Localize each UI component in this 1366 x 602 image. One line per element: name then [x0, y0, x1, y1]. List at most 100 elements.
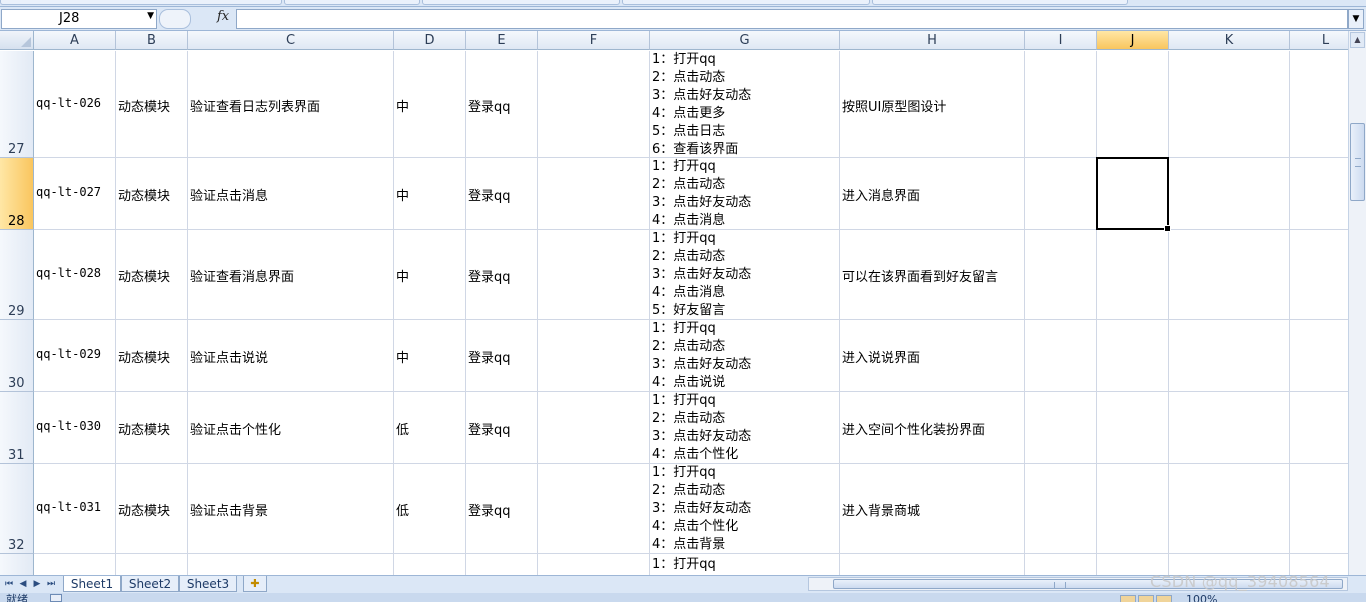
cell-h30[interactable]: 进入说说界面 [840, 320, 1025, 392]
tab-sheet3[interactable]: Sheet3 [179, 576, 237, 592]
next-sheet-icon[interactable]: ▶ [31, 577, 43, 591]
tab-sheet2[interactable]: Sheet2 [121, 576, 179, 592]
cell-i29[interactable] [1025, 230, 1097, 320]
scroll-up-button[interactable]: ▲ [1350, 32, 1365, 48]
column-header-f[interactable]: F [538, 31, 650, 50]
cell-b27[interactable]: 动态模块 [116, 51, 188, 158]
cell-b31[interactable]: 动态模块 [116, 392, 188, 464]
cell-l27[interactable] [1290, 51, 1348, 158]
row-header-27[interactable]: 27 [0, 51, 34, 158]
cell-b28[interactable]: 动态模块 [116, 158, 188, 230]
cell-f30[interactable] [538, 320, 650, 392]
cell-h29[interactable]: 可以在该界面看到好友留言 [840, 230, 1025, 320]
cell-i31[interactable] [1025, 392, 1097, 464]
cell-h33[interactable] [840, 554, 1025, 575]
cell-l30[interactable] [1290, 320, 1348, 392]
cell-e30[interactable]: 登录qq [466, 320, 538, 392]
zoom-level[interactable]: 100% [1186, 593, 1217, 602]
cell-d32[interactable]: 低 [394, 464, 466, 554]
cell-c29[interactable]: 验证查看消息界面 [188, 230, 394, 320]
cell-a31[interactable]: qq-lt-030 [34, 392, 116, 464]
cell-f33[interactable] [538, 554, 650, 575]
tab-sheet1[interactable]: Sheet1 [63, 576, 121, 592]
name-box[interactable]: J28 ▼ [1, 9, 157, 29]
cell-f28[interactable] [538, 158, 650, 230]
cell-d27[interactable]: 中 [394, 51, 466, 158]
cell-c31[interactable]: 验证点击个性化 [188, 392, 394, 464]
cell-g31[interactable]: 1：打开qq 2：点击动态 3：点击好友动态 4：点击个性化 [650, 392, 840, 464]
cell-c32[interactable]: 验证点击背景 [188, 464, 394, 554]
row-header-28[interactable]: 28 [0, 158, 34, 230]
cell-l32[interactable] [1290, 464, 1348, 554]
select-all-button[interactable] [0, 31, 34, 50]
column-header-d[interactable]: D [394, 31, 466, 50]
cell-h31[interactable]: 进入空间个性化装扮界面 [840, 392, 1025, 464]
cell-d29[interactable]: 中 [394, 230, 466, 320]
normal-view-icon[interactable] [1120, 595, 1136, 602]
cell-j30[interactable] [1097, 320, 1169, 392]
column-header-h[interactable]: H [840, 31, 1025, 50]
cell-i33[interactable] [1025, 554, 1097, 575]
row-header-30[interactable]: 30 [0, 320, 34, 392]
cell-j31[interactable] [1097, 392, 1169, 464]
column-header-a[interactable]: A [34, 31, 116, 50]
cell-j27[interactable] [1097, 51, 1169, 158]
cell-e32[interactable]: 登录qq [466, 464, 538, 554]
cell-k30[interactable] [1169, 320, 1290, 392]
formula-input[interactable] [236, 9, 1348, 29]
cell-e29[interactable]: 登录qq [466, 230, 538, 320]
row-header-29[interactable]: 29 [0, 230, 34, 320]
cell-j32[interactable] [1097, 464, 1169, 554]
cell-a29[interactable]: qq-lt-028 [34, 230, 116, 320]
cell-f29[interactable] [538, 230, 650, 320]
cell-e31[interactable]: 登录qq [466, 392, 538, 464]
column-header-k[interactable]: K [1169, 31, 1290, 50]
prev-sheet-icon[interactable]: ◀ [17, 577, 29, 591]
insert-function-button[interactable]: fx [217, 9, 229, 24]
cell-i30[interactable] [1025, 320, 1097, 392]
cell-i27[interactable] [1025, 51, 1097, 158]
first-sheet-icon[interactable]: ⏮ [3, 577, 15, 591]
column-header-j[interactable]: J [1097, 31, 1169, 50]
active-cell-cursor[interactable] [1096, 157, 1171, 232]
column-header-b[interactable]: B [116, 31, 188, 50]
formula-action-button[interactable] [159, 9, 191, 29]
cell-b30[interactable]: 动态模块 [116, 320, 188, 392]
cell-l28[interactable] [1290, 158, 1348, 230]
cell-h32[interactable]: 进入背景商城 [840, 464, 1025, 554]
cell-c27[interactable]: 验证查看日志列表界面 [188, 51, 394, 158]
cell-f32[interactable] [538, 464, 650, 554]
cell-a33[interactable] [34, 554, 116, 575]
cell-d33[interactable] [394, 554, 466, 575]
page-break-view-icon[interactable] [1156, 595, 1172, 602]
cell-k28[interactable] [1169, 158, 1290, 230]
cell-h28[interactable]: 进入消息界面 [840, 158, 1025, 230]
cell-k27[interactable] [1169, 51, 1290, 158]
macro-record-icon[interactable] [50, 594, 62, 602]
column-header-c[interactable]: C [188, 31, 394, 50]
column-header-e[interactable]: E [466, 31, 538, 50]
cell-l29[interactable] [1290, 230, 1348, 320]
cell-f27[interactable] [538, 51, 650, 158]
zoom-slider[interactable] [1230, 593, 1340, 602]
row-header-33[interactable]: 33 [0, 554, 34, 575]
cell-k29[interactable] [1169, 230, 1290, 320]
vertical-scrollbar[interactable]: ▲ [1348, 31, 1366, 575]
cell-i28[interactable] [1025, 158, 1097, 230]
vertical-scroll-thumb[interactable] [1350, 123, 1365, 201]
column-header-l[interactable]: L [1290, 31, 1348, 50]
cell-g27[interactable]: 1：打开qq 2：点击动态 3：点击好友动态 4：点击更多 5：点击日志 6：查看该界面 [650, 51, 840, 158]
cell-a32[interactable]: qq-lt-031 [34, 464, 116, 554]
cell-g32[interactable]: 1：打开qq 2：点击动态 3：点击好友动态 4：点击个性化 4：点击背景 [650, 464, 840, 554]
cell-b32[interactable]: 动态模块 [116, 464, 188, 554]
cell-i32[interactable] [1025, 464, 1097, 554]
chevron-down-icon[interactable]: ▼ [147, 11, 154, 21]
cell-l31[interactable] [1290, 392, 1348, 464]
cell-g33[interactable]: 1：打开qq2：点击动态 [650, 554, 840, 575]
last-sheet-icon[interactable]: ⏭ [45, 577, 57, 591]
cell-e33[interactable] [466, 554, 538, 575]
row-header-32[interactable]: 32 [0, 464, 34, 554]
cell-e28[interactable]: 登录qq [466, 158, 538, 230]
cell-a30[interactable]: qq-lt-029 [34, 320, 116, 392]
column-header-i[interactable]: I [1025, 31, 1097, 50]
